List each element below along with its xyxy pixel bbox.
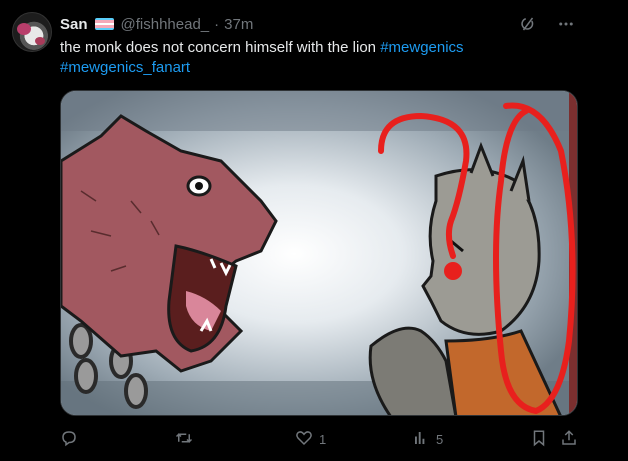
views-count: 5: [436, 431, 444, 447]
tweet-header: San @fishhhead_ · 37m: [60, 14, 253, 34]
share-button[interactable]: [560, 429, 578, 450]
share-icon: [560, 429, 578, 450]
reply-button[interactable]: [60, 429, 84, 450]
action-bar: 1 5: [60, 428, 582, 450]
retweet-button[interactable]: [174, 429, 200, 450]
tweet-card[interactable]: San @fishhhead_ · 37m the monk does not …: [0, 0, 628, 461]
tweet-text: the monk does not concern himself with t…: [60, 38, 580, 78]
artwork-image: [61, 91, 577, 415]
retweet-icon: [174, 429, 194, 450]
hashtag-mewgenics-fanart[interactable]: #mewgenics_fanart: [60, 59, 190, 76]
tweet-image[interactable]: [60, 90, 578, 416]
avatar[interactable]: [12, 12, 52, 52]
timestamp[interactable]: 37m: [224, 16, 253, 33]
views-icon: [412, 429, 430, 450]
more-options-icon[interactable]: [556, 14, 576, 34]
like-button[interactable]: 1: [295, 429, 326, 450]
bookmark-button[interactable]: [530, 429, 548, 450]
top-actions: [518, 14, 576, 34]
separator-dot: ·: [214, 15, 220, 33]
reply-icon: [60, 429, 78, 450]
author-name[interactable]: San: [60, 16, 88, 33]
trans-flag-icon: [94, 18, 114, 30]
heart-icon: [295, 429, 313, 450]
grok-icon[interactable]: [518, 14, 538, 34]
tweet-body: the monk does not concern himself with t…: [60, 39, 377, 56]
like-count: 1: [319, 431, 327, 447]
author-handle[interactable]: @fishhhead_: [121, 16, 210, 33]
flag-stripe: [94, 27, 114, 30]
hashtag-mewgenics[interactable]: #mewgenics: [380, 39, 463, 56]
bookmark-icon: [530, 429, 548, 450]
views-button[interactable]: 5: [412, 429, 443, 450]
